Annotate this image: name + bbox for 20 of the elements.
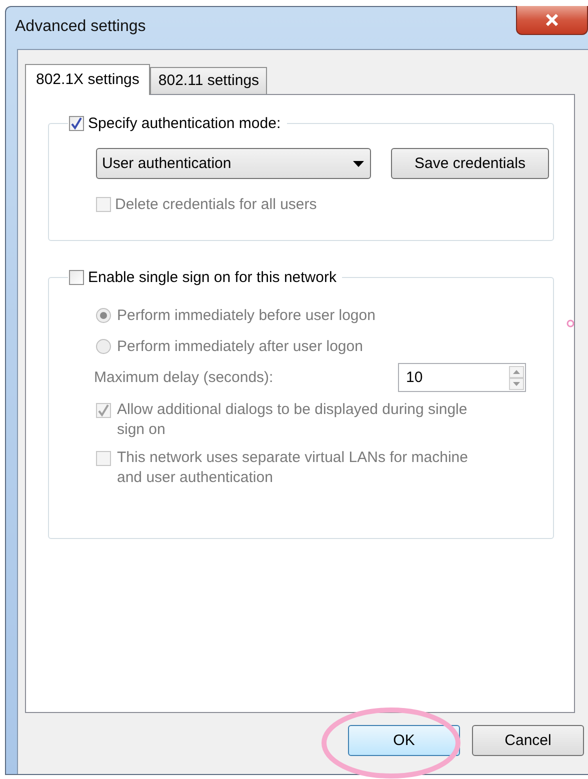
- checkbox-label: Specify authentication mode:: [88, 115, 281, 132]
- close-icon[interactable]: [545, 14, 559, 26]
- radio-label: Perform immediately before user logon: [117, 307, 376, 324]
- save-credentials-button[interactable]: Save credentials: [391, 148, 549, 179]
- checkbox-label: Delete credentials for all users: [115, 196, 317, 213]
- dropdown-arrow-icon[interactable]: [353, 160, 364, 166]
- checkbox[interactable]: [69, 270, 84, 285]
- tab[interactable]: 802.11 settings: [150, 67, 268, 94]
- checkbox-label: Allow additional dialogs to be displayed during single sign on: [117, 400, 468, 440]
- window-title: Advanced settings: [15, 18, 146, 36]
- checkbox-label: This network uses separate virtual LANs for machine and user authentication: [117, 448, 469, 488]
- dropdown[interactable]: User authentication: [96, 148, 371, 179]
- close-button[interactable]: [516, 6, 588, 35]
- cancel-button[interactable]: Cancel: [472, 725, 584, 756]
- checkbox[interactable]: [69, 116, 84, 131]
- ok-button[interactable]: OK: [348, 725, 460, 756]
- field-label: Maximum delay (seconds):: [94, 369, 274, 386]
- checkbox-label: Enable single sign on for this network: [88, 269, 336, 286]
- radio-label: Perform immediately after user logon: [117, 338, 363, 355]
- tab[interactable]: 802.1X settings: [25, 64, 150, 95]
